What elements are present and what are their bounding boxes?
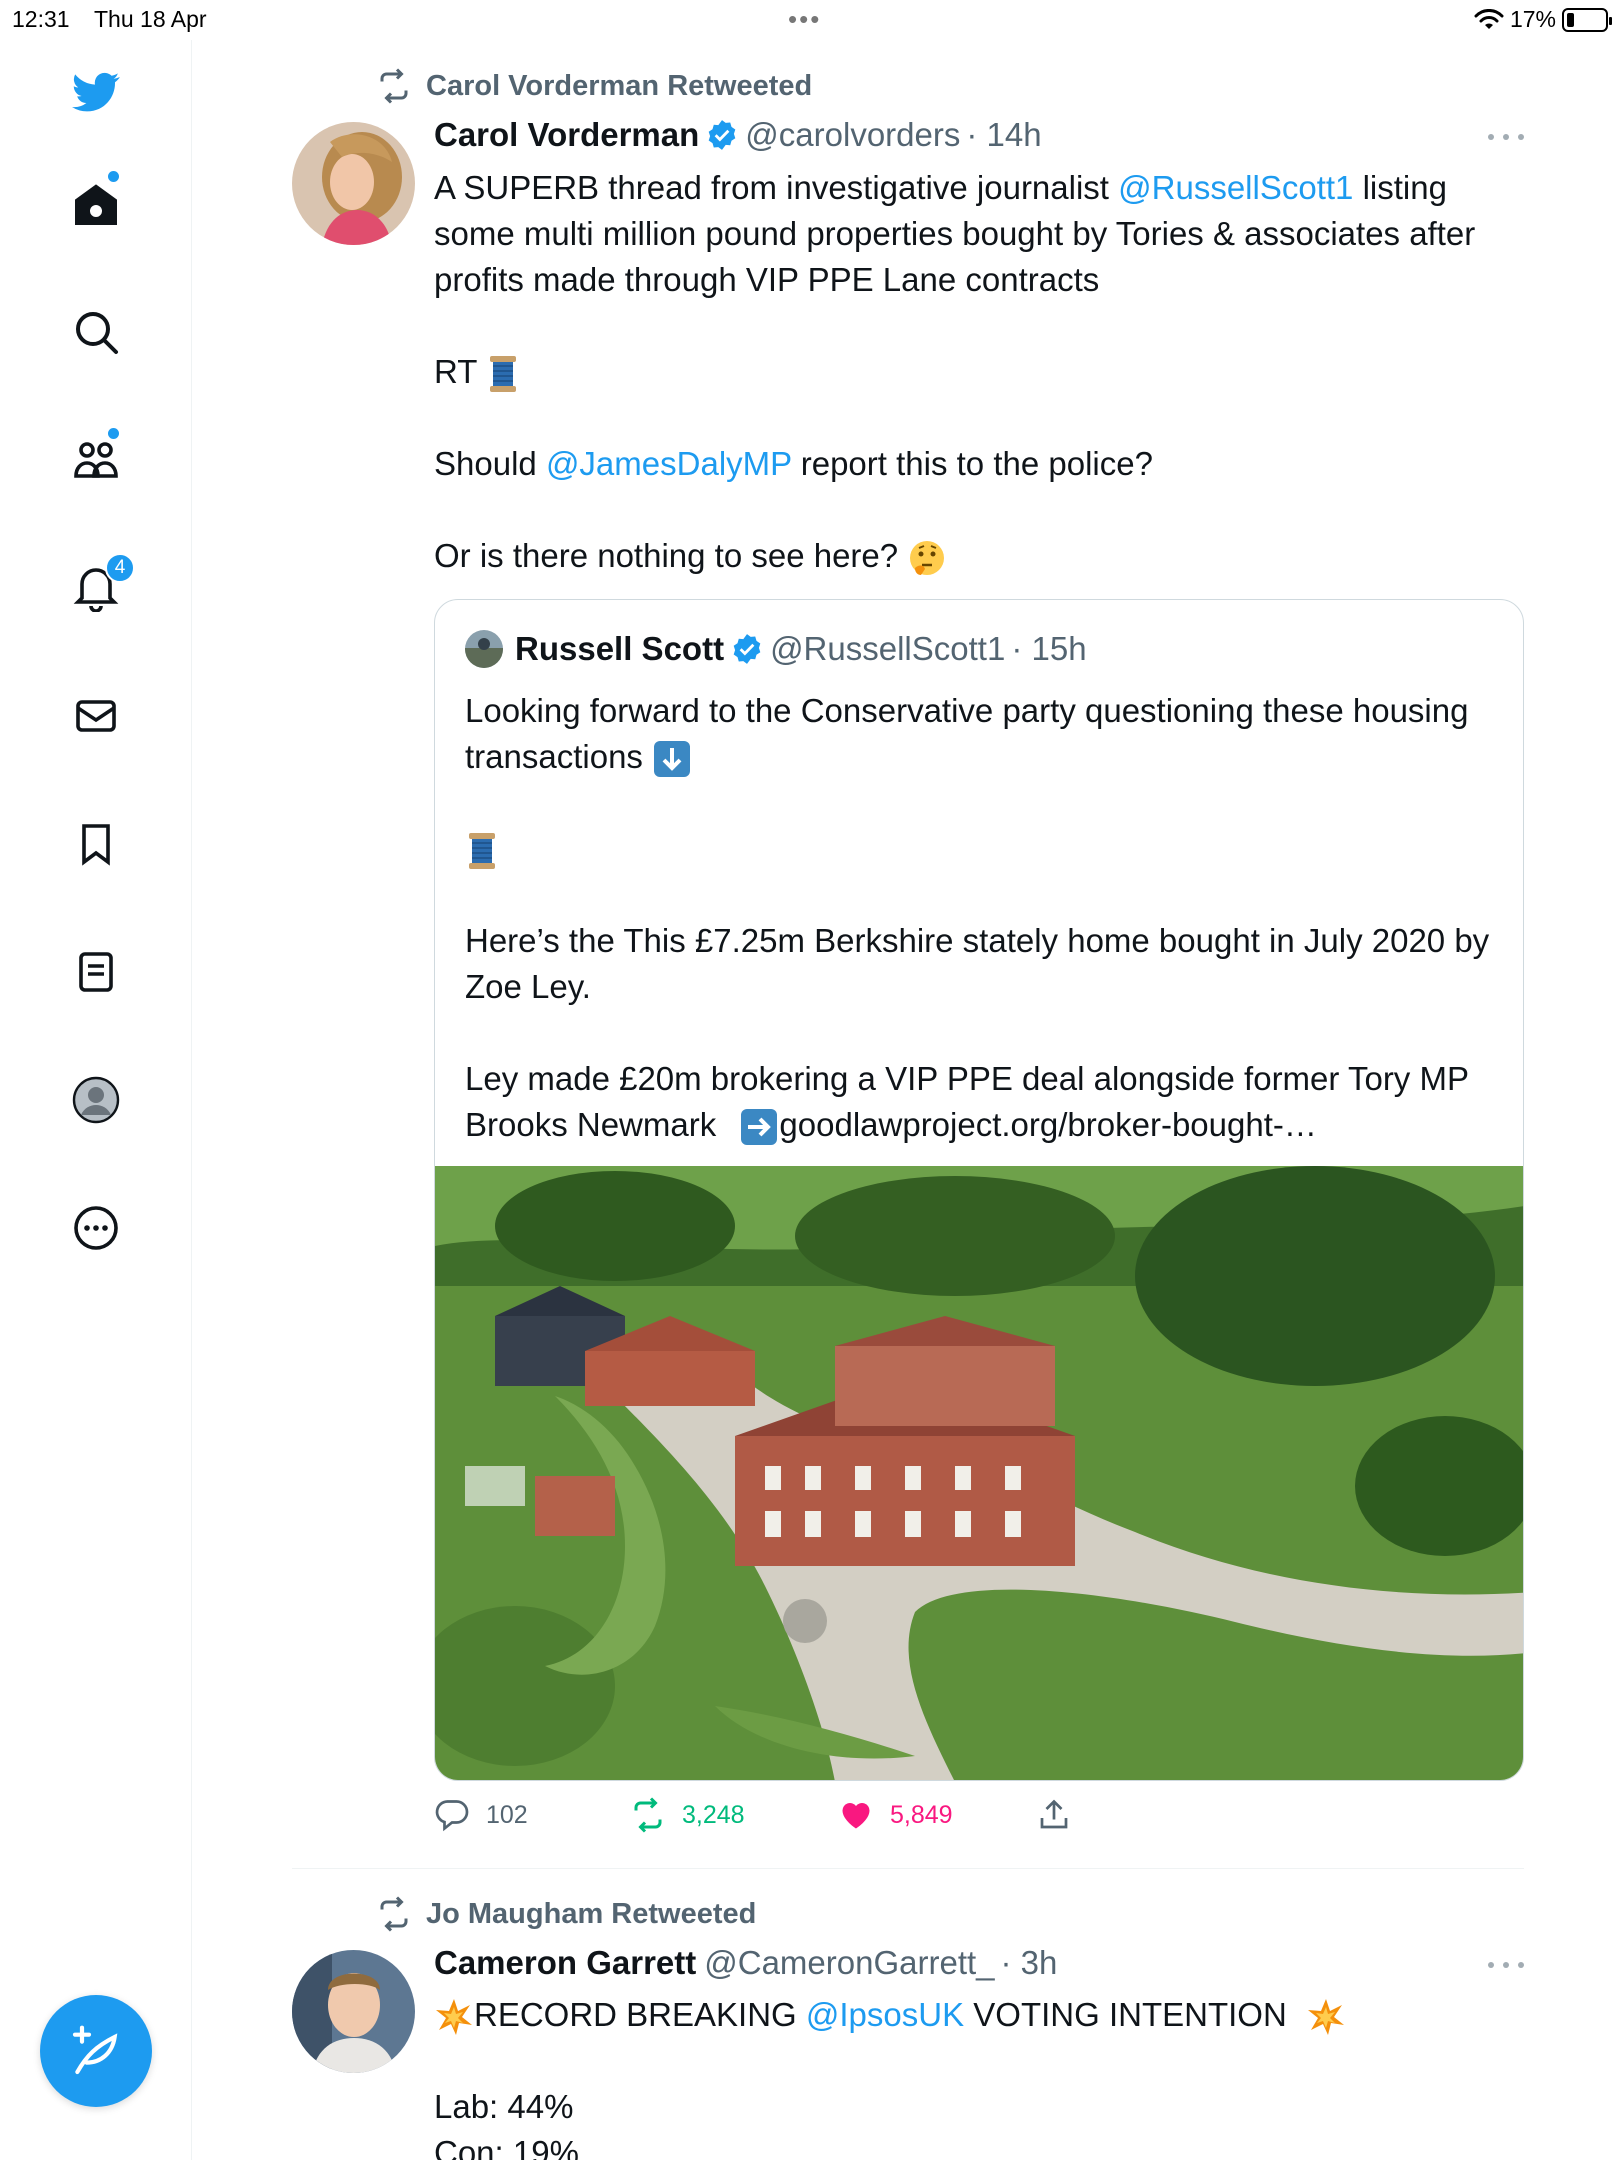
spool-of-thread-icon (489, 356, 516, 393)
retweet-button[interactable]: 3,248 (630, 1797, 745, 1833)
home-unread-dot (108, 171, 119, 182)
reply-count: 102 (486, 1800, 528, 1829)
avatar[interactable] (292, 1950, 415, 2073)
estate-photo[interactable] (435, 1166, 1524, 1781)
like-count: 5,849 (890, 1800, 953, 1829)
social-context-label: Jo Maugham Retweeted (426, 1897, 757, 1930)
down-arrow-icon (654, 741, 691, 778)
tweet-divider (292, 1868, 1524, 1869)
retweet-icon (380, 1896, 408, 1932)
verified-icon (733, 634, 761, 664)
text-segment: report this to the police? (791, 445, 1153, 482)
search-icon[interactable] (66, 302, 126, 362)
more-circle-icon[interactable] (66, 1198, 126, 1258)
spool-of-thread-icon (469, 833, 495, 870)
more-options-icon[interactable] (1488, 1955, 1524, 1975)
external-link[interactable]: goodlawproject.org/broker-bought-… (779, 1106, 1316, 1143)
multitask-dots-icon[interactable]: ••• (788, 4, 821, 35)
tweet-time[interactable]: · 3h (1001, 1944, 1058, 1982)
tweet-time[interactable]: · 14h (966, 116, 1041, 154)
collision-icon (1307, 1999, 1344, 2036)
poll-line-lab: Lab: 44% (434, 2088, 574, 2125)
like-button[interactable]: 5,849 (838, 1797, 953, 1833)
text-segment: A SUPERB thread from investigative journ… (434, 169, 1119, 206)
quote-paragraph-3: Here’s the This £7.25m Berkshire stately… (465, 922, 1490, 1005)
author-handle[interactable]: @CameronGarrett_ (704, 1944, 994, 1982)
tweet-header: Carol Vorderman @carolvorders · 14h (434, 116, 1042, 154)
list-icon[interactable] (66, 942, 126, 1002)
notifications-badge: 4 (105, 553, 135, 583)
collision-icon (436, 1999, 472, 2036)
mention-link[interactable]: @IpsosUK (806, 1996, 964, 2033)
tweet-paragraph-2: RT (434, 349, 1524, 395)
compose-button[interactable] (40, 1995, 152, 2107)
status-indicators: 17% (1474, 6, 1612, 33)
tweet-paragraph-1: RECORD BREAKING @IpsosUK VOTING INTENTIO… (434, 1992, 1524, 2038)
compose-icon (72, 2025, 118, 2075)
text-segment: Looking forward to the Conservative part… (465, 692, 1469, 775)
social-context-label: Carol Vorderman Retweeted (426, 69, 813, 102)
communities-unread-dot (108, 428, 119, 439)
text-segment: RT (434, 353, 477, 390)
communities-icon[interactable] (66, 430, 126, 490)
retweet-icon (380, 68, 408, 104)
quote-header: Russell Scott @RussellScott1 · 15h (465, 630, 1087, 668)
tweet-paragraph-4: Or is there nothing to see here? (434, 533, 1524, 579)
quote-paragraph-2 (465, 826, 1505, 872)
social-context[interactable]: Carol Vorderman Retweeted (376, 68, 812, 104)
mail-icon[interactable] (66, 686, 126, 746)
poll-line-con: Con: 19% (434, 2134, 579, 2160)
quote-author-handle[interactable]: @RussellScott1 (770, 630, 1005, 668)
retweet-icon (634, 1797, 662, 1833)
status-bar: 12:31 Thu 18 Apr ••• 17% (0, 0, 1620, 40)
avatar[interactable] (292, 122, 415, 245)
text-segment: Or is there nothing to see here? (434, 537, 899, 574)
verified-icon (708, 120, 736, 150)
heart-icon (842, 1803, 870, 1829)
thinking-face-icon (910, 541, 945, 576)
quote-time: · 15h (1011, 630, 1087, 667)
right-arrow-icon (741, 1109, 778, 1146)
mention-link[interactable]: @JamesDalyMP (546, 445, 792, 482)
avatar-icon[interactable] (66, 1070, 126, 1130)
text-segment: Should (434, 445, 546, 482)
bookmark-icon[interactable] (66, 814, 126, 874)
tweet-header: Cameron Garrett @CameronGarrett_ · 3h (434, 1944, 1057, 1982)
tweet-text: A SUPERB thread from investigative journ… (434, 165, 1524, 579)
status-time: 12:31 (12, 6, 70, 32)
tweet-actions: 102 3,248 5,849 (434, 1797, 1524, 1837)
twitter-logo-icon[interactable] (66, 62, 126, 122)
share-icon (1040, 1799, 1068, 1829)
share-button[interactable] (1036, 1797, 1072, 1833)
text-segment: RECORD BREAKING (474, 1996, 806, 2033)
retweet-count: 3,248 (682, 1800, 745, 1829)
quote-avatar (465, 630, 503, 668)
sidebar: 4 (0, 40, 192, 2160)
status-date: Thu 18 Apr (94, 6, 207, 32)
tweet-paragraph-3: Should @JamesDalyMP report this to the p… (434, 441, 1524, 487)
reply-icon (435, 1800, 469, 1832)
mention-link[interactable]: @RussellScott1 (1118, 169, 1353, 206)
quote-text: Looking forward to the Conservative part… (465, 688, 1505, 1148)
battery-icon (1562, 7, 1612, 32)
social-context[interactable]: Jo Maugham Retweeted (376, 1896, 756, 1932)
author-handle[interactable]: @carolvorders (745, 116, 960, 154)
tweet-paragraph-1: A SUPERB thread from investigative journ… (434, 165, 1524, 303)
quote-paragraph-1: Looking forward to the Conservative part… (465, 688, 1505, 780)
quote-author-name[interactable]: Russell Scott (515, 630, 724, 668)
reply-button[interactable]: 102 (434, 1797, 528, 1833)
more-options-icon[interactable] (1488, 127, 1524, 147)
author-name[interactable]: Cameron Garrett (434, 1944, 696, 1982)
tweet-text: RECORD BREAKING @IpsosUK VOTING INTENTIO… (434, 1992, 1524, 2160)
wifi-icon (1474, 8, 1504, 29)
home-icon[interactable] (66, 175, 126, 235)
quoted-tweet[interactable]: Russell Scott @RussellScott1 · 15h Looki… (434, 599, 1524, 1781)
text-segment: VOTING INTENTION (964, 1996, 1287, 2033)
battery-percent: 17% (1509, 6, 1556, 32)
quote-paragraph-4: Ley made £20m brokering a VIP PPE deal a… (465, 1056, 1505, 1148)
author-name[interactable]: Carol Vorderman (434, 116, 699, 154)
